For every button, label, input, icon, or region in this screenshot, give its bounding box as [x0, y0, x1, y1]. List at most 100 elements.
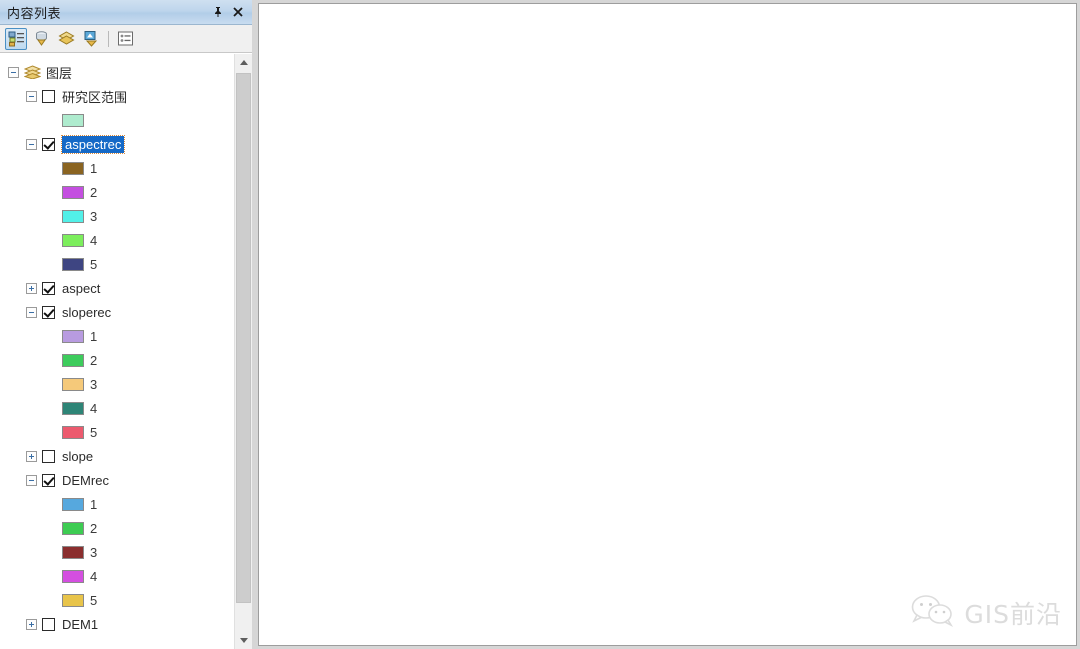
legend-swatch[interactable]	[62, 329, 84, 343]
layer-label[interactable]: aspect	[62, 281, 100, 296]
legend-swatch[interactable]	[62, 185, 84, 199]
legend-value: 5	[90, 592, 98, 608]
layer-item-DEM1[interactable]: DEM1	[0, 612, 234, 636]
scroll-thumb[interactable]	[236, 73, 251, 603]
layer-label[interactable]: aspectrec	[60, 134, 126, 154]
legend-value: 1	[90, 160, 98, 176]
list-by-visibility-button[interactable]	[55, 28, 77, 50]
toolbar-separator	[108, 30, 109, 47]
legend-item[interactable]: 1	[0, 156, 234, 180]
scroll-down-button[interactable]	[235, 632, 252, 649]
layers-icon	[24, 65, 41, 79]
legend-swatch[interactable]	[62, 521, 84, 535]
panel-title: 内容列表	[7, 6, 62, 22]
legend-item[interactable]: 5	[0, 588, 234, 612]
legend-value: 2	[90, 184, 98, 200]
legend-item[interactable]	[0, 108, 234, 132]
list-by-source-button[interactable]	[30, 28, 52, 50]
legend-value: 5	[90, 424, 98, 440]
tree-root-label: 图层	[46, 66, 73, 82]
pin-icon[interactable]	[210, 4, 226, 20]
map-data-frame[interactable]: GIS前沿	[258, 3, 1077, 646]
layer-visibility-checkbox[interactable]	[42, 305, 55, 319]
layer-item-sloperec[interactable]: sloperec	[0, 300, 234, 324]
layer-label[interactable]: 研究区范围	[62, 87, 127, 106]
layer-item-研究区范围[interactable]: 研究区范围	[0, 84, 234, 108]
legend-value: 5	[90, 256, 98, 272]
layer-item-slope[interactable]: slope	[0, 444, 234, 468]
close-icon[interactable]	[230, 4, 246, 20]
legend-value: 3	[90, 208, 98, 224]
legend-item[interactable]: 3	[0, 204, 234, 228]
list-by-drawing-order-button[interactable]	[5, 27, 27, 50]
expander-icon[interactable]	[26, 306, 37, 318]
options-button[interactable]	[114, 28, 136, 50]
layer-item-aspect[interactable]: aspect	[0, 276, 234, 300]
scroll-track[interactable]	[235, 71, 252, 632]
legend-value: 3	[90, 544, 98, 560]
legend-item[interactable]: 4	[0, 564, 234, 588]
legend-swatch[interactable]	[62, 209, 84, 223]
arcmap-window: 内容列表 图层 研究区范围 aspectrec 1 2 3 4 5 aspect…	[0, 0, 1080, 649]
layer-visibility-checkbox[interactable]	[42, 89, 55, 103]
legend-swatch[interactable]	[62, 161, 84, 175]
legend-item[interactable]: 5	[0, 420, 234, 444]
legend-value: 1	[90, 496, 98, 512]
legend-swatch[interactable]	[62, 569, 84, 583]
legend-value: 4	[90, 232, 98, 248]
expander-icon[interactable]	[26, 474, 37, 486]
scroll-up-button[interactable]	[235, 54, 252, 71]
legend-value: 2	[90, 352, 98, 368]
legend-swatch[interactable]	[62, 233, 84, 247]
legend-value: 4	[90, 400, 98, 416]
layer-visibility-checkbox[interactable]	[42, 137, 55, 151]
legend-item[interactable]: 4	[0, 228, 234, 252]
legend-swatch[interactable]	[62, 257, 84, 271]
legend-value: 3	[90, 376, 98, 392]
layer-visibility-checkbox[interactable]	[42, 281, 55, 295]
legend-swatch[interactable]	[62, 401, 84, 415]
legend-value: 2	[90, 520, 98, 536]
toc-toolbar	[0, 25, 252, 53]
toc-vertical-scrollbar[interactable]	[234, 54, 252, 649]
legend-item[interactable]: 2	[0, 180, 234, 204]
layer-label[interactable]: DEM1	[62, 617, 98, 632]
legend-swatch[interactable]	[62, 113, 84, 127]
legend-swatch[interactable]	[62, 593, 84, 607]
expander-icon[interactable]	[26, 90, 37, 102]
legend-item[interactable]: 1	[0, 324, 234, 348]
legend-swatch[interactable]	[62, 353, 84, 367]
layer-label[interactable]: slope	[62, 449, 93, 464]
toc-tree-area: 图层研究区范围 aspectrec 1 2 3 4 5 aspect sloperec 1 2 3 4 5…	[0, 53, 252, 649]
legend-swatch[interactable]	[62, 545, 84, 559]
layer-visibility-checkbox[interactable]	[42, 449, 55, 463]
legend-value: 1	[90, 328, 98, 344]
legend-item[interactable]: 5	[0, 252, 234, 276]
legend-swatch[interactable]	[62, 497, 84, 511]
list-by-selection-button[interactable]	[80, 28, 102, 50]
legend-value: 4	[90, 568, 98, 584]
tree-root-layers[interactable]: 图层	[0, 60, 234, 84]
legend-item[interactable]: 3	[0, 372, 234, 396]
legend-swatch[interactable]	[62, 425, 84, 439]
expander-icon[interactable]	[26, 282, 37, 294]
expander-icon[interactable]	[8, 66, 19, 78]
toc-title-bar: 内容列表	[0, 0, 252, 25]
layer-label[interactable]: DEMrec	[62, 473, 109, 488]
legend-item[interactable]: 2	[0, 516, 234, 540]
expander-icon[interactable]	[26, 138, 37, 150]
legend-swatch[interactable]	[62, 377, 84, 391]
layer-item-DEMrec[interactable]: DEMrec	[0, 468, 234, 492]
layer-label[interactable]: sloperec	[62, 305, 111, 320]
map-raster-canvas[interactable]	[259, 4, 1075, 645]
expander-icon[interactable]	[26, 618, 37, 630]
expander-icon[interactable]	[26, 450, 37, 462]
layer-visibility-checkbox[interactable]	[42, 473, 55, 487]
legend-item[interactable]: 3	[0, 540, 234, 564]
layer-visibility-checkbox[interactable]	[42, 617, 55, 631]
legend-item[interactable]: 2	[0, 348, 234, 372]
layer-tree[interactable]: 图层研究区范围 aspectrec 1 2 3 4 5 aspect sloperec 1 2 3 4 5…	[0, 54, 234, 649]
layer-item-aspectrec[interactable]: aspectrec	[0, 132, 234, 156]
legend-item[interactable]: 1	[0, 492, 234, 516]
legend-item[interactable]: 4	[0, 396, 234, 420]
